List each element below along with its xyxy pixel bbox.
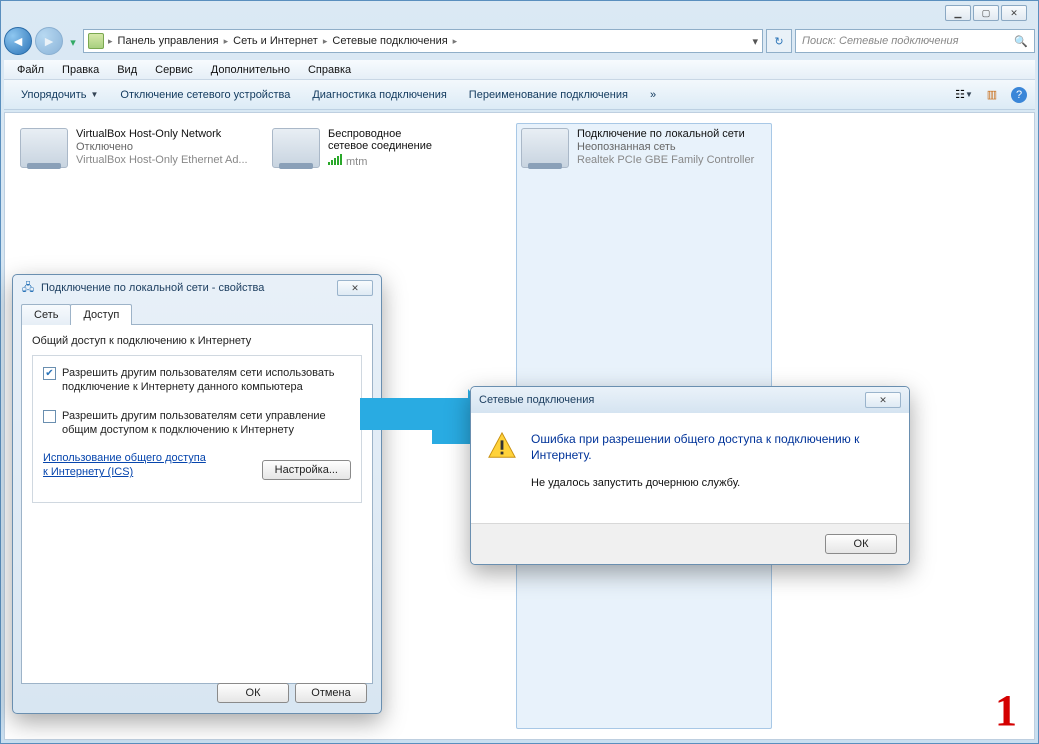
nav-forward-button[interactable]: ► [35,27,63,55]
menu-item-advanced[interactable]: Дополнительно [202,62,299,78]
tab-content: Общий доступ к подключению к Интернету Р… [21,324,373,684]
annotation-arrow-icon [360,398,470,430]
address-dropdown-icon[interactable]: ▾ [752,35,758,48]
error-message-secondary: Не удалось запустить дочернюю службу. [531,477,893,489]
ok-button[interactable]: ОК [217,683,289,703]
menu-item-file[interactable]: Файл [8,62,53,78]
toolbar-diagnose[interactable]: Диагностика подключения [303,85,455,105]
connection-name: VirtualBox Host-Only Network [76,128,248,140]
connection-name: Подключение по локальной сети [577,128,754,140]
preview-pane-icon[interactable]: ▥ [983,86,1001,104]
warning-icon [487,431,517,461]
network-folder-icon [88,33,104,49]
toolbar-disable-device[interactable]: Отключение сетевого устройства [111,85,299,105]
checkbox-allow-control[interactable] [43,410,56,423]
tab-sharing[interactable]: Доступ [70,304,132,325]
minimize-button[interactable]: ▁ [945,5,971,21]
toolbar-organize[interactable]: Упорядочить▼ [12,85,107,105]
connection-device: Realtek PCIe GBE Family Controller [577,154,754,166]
error-message-primary: Ошибка при разрешении общего доступа к п… [531,431,893,463]
breadcrumb-item[interactable]: Сетевые подключения [327,35,452,47]
ics-help-link[interactable]: Использование общего доступа к Интернету… [43,451,213,480]
ok-button[interactable]: ОК [825,534,897,554]
dialog-title: Сетевые подключения [479,394,594,406]
tab-network[interactable]: Сеть [21,304,71,325]
signal-bars-icon [328,153,342,165]
sharing-groupbox: Разрешить другим пользователям сети испо… [32,355,362,503]
maximize-button[interactable]: ▢ [973,5,999,21]
annotation-number: 1 [995,685,1017,736]
connection-device: VirtualBox Host-Only Ethernet Ad... [76,154,248,166]
dialog-title: Подключение по локальной сети - свойства [41,282,264,294]
dialog-titlebar[interactable]: Сетевые подключения ✕ [471,387,909,413]
connection-status: Неопознанная сеть [577,141,754,153]
close-button[interactable]: ✕ [1001,5,1027,21]
refresh-button[interactable]: ↻ [766,29,792,53]
search-input[interactable]: Поиск: Сетевые подключения 🔍 [795,29,1035,53]
menu-item-service[interactable]: Сервис [146,62,202,78]
toolbar: Упорядочить▼ Отключение сетевого устройс… [4,80,1035,110]
checkbox-label: Разрешить другим пользователям сети упра… [62,409,351,438]
menu-item-edit[interactable]: Правка [53,62,108,78]
checkbox-label: Разрешить другим пользователям сети испо… [62,366,351,395]
search-placeholder: Поиск: Сетевые подключения [802,35,959,47]
breadcrumb-separator: ▸ [453,36,458,47]
dialog-close-button[interactable]: ✕ [865,392,901,408]
menu-item-help[interactable]: Справка [299,62,360,78]
checkbox-allow-share[interactable] [43,367,56,380]
breadcrumb-item[interactable]: Панель управления [113,35,224,47]
network-adapter-icon [20,128,68,168]
connection-device: mtm [328,153,437,168]
toolbar-rename[interactable]: Переименование подключения [460,85,637,105]
menu-item-view[interactable]: Вид [108,62,146,78]
search-icon: 🔍 [1014,35,1028,48]
help-icon[interactable]: ? [1011,87,1027,103]
network-icon: 🖧 [21,281,35,295]
group-label: Общий доступ к подключению к Интернету [32,335,362,347]
cancel-button[interactable]: Отмена [295,683,367,703]
nav-back-button[interactable]: ◄ [4,27,32,55]
error-dialog: Сетевые подключения ✕ Ошибка при разреше… [470,386,910,565]
breadcrumb-item[interactable]: Сеть и Интернет [228,35,323,47]
connection-name: Беспроводное сетевое соединение [328,128,437,152]
address-bar[interactable]: ▸ Панель управления ▸ Сеть и Интернет ▸ … [83,29,763,53]
network-adapter-icon [272,128,320,168]
view-options-icon[interactable]: ☷ ▼ [955,86,973,104]
network-adapter-icon [521,128,569,168]
toolbar-overflow[interactable]: » [641,85,665,105]
properties-dialog: 🖧 Подключение по локальной сети - свойст… [12,274,382,714]
dialog-close-button[interactable]: ✕ [337,280,373,296]
dialog-titlebar[interactable]: 🖧 Подключение по локальной сети - свойст… [13,275,381,301]
menu-bar: Файл Правка Вид Сервис Дополнительно Спр… [4,60,1035,80]
connection-status: Отключено [76,141,248,153]
nav-history-dropdown[interactable]: ▾ [66,27,80,57]
settings-button[interactable]: Настройка... [262,460,351,480]
